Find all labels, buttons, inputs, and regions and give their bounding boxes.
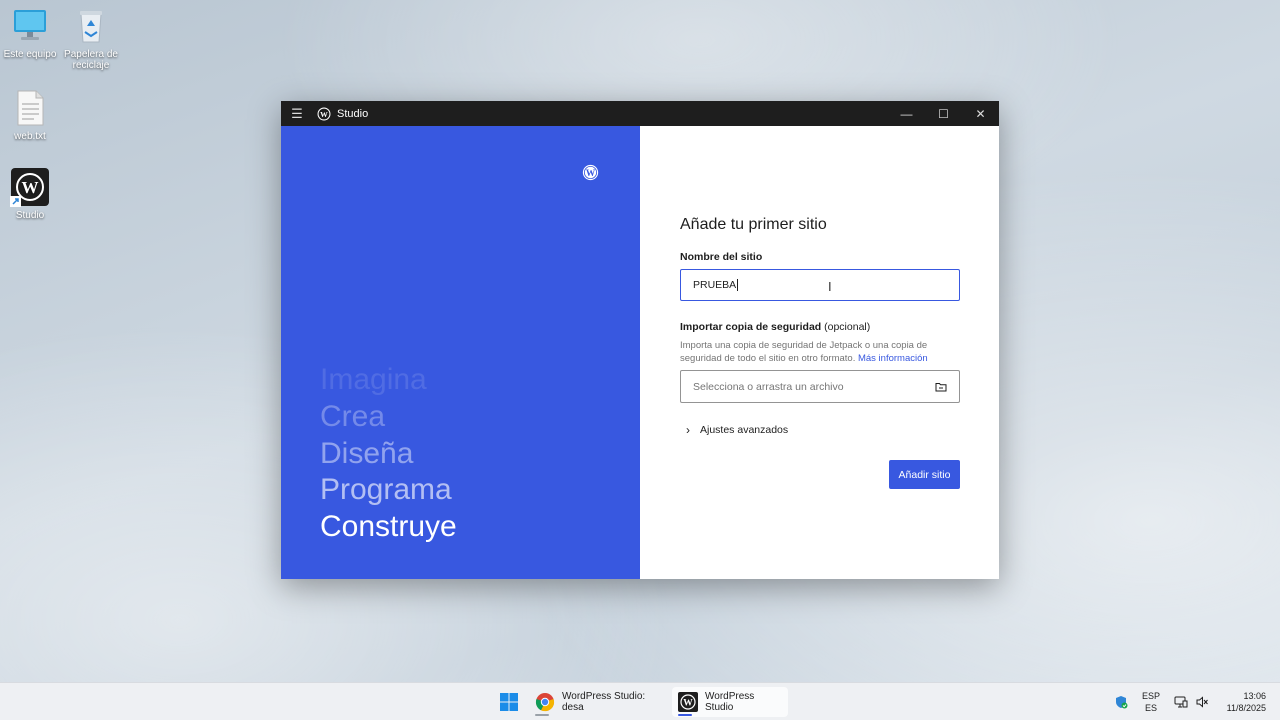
svg-text:W: W — [683, 699, 693, 709]
import-optional-text: (opcional) — [824, 321, 871, 333]
window-title: Studio — [337, 107, 369, 120]
add-site-button[interactable]: Añadir sitio — [889, 460, 960, 489]
svg-text:W: W — [22, 178, 39, 197]
wordpress-studio-icon: W — [678, 692, 698, 712]
advanced-settings-label: Ajustes avanzados — [700, 424, 789, 436]
svg-text:W: W — [320, 109, 328, 118]
form-panel: Añade tu primer sitio Nombre del sitio P… — [640, 126, 999, 579]
hero-word: Diseña — [320, 436, 414, 470]
maximize-button[interactable]: ☐ — [925, 101, 962, 126]
ibeam-cursor-icon: I — [828, 279, 832, 294]
import-help: Importa una copia de seguridad de Jetpac… — [680, 339, 960, 365]
wordpress-logo-icon: W — [317, 107, 331, 120]
clock-time: 13:06 — [1243, 691, 1266, 701]
taskbar: WordPress Studio: desa W WordPress Studi… — [0, 682, 1280, 720]
advanced-settings-toggle[interactable]: › Ajustes avanzados — [686, 423, 960, 437]
security-shield-icon[interactable] — [1114, 695, 1128, 709]
wordpress-logo-icon: W — [582, 164, 599, 181]
network-icon[interactable] — [1174, 695, 1188, 709]
desktop-icon-web-txt[interactable]: web.txt — [0, 88, 64, 142]
chevron-right-icon: › — [686, 423, 690, 437]
site-name-label: Nombre del sitio — [680, 251, 763, 263]
hero-word: Programa — [320, 473, 452, 507]
taskbar-app-label: WordPress Studio — [705, 691, 755, 713]
language-top: ESP — [1142, 691, 1161, 701]
site-name-value: PRUEBA — [693, 279, 737, 291]
backup-file-input[interactable]: Selecciona o arrastra un archivo — [680, 370, 960, 403]
desktop-icon-label: Studio — [15, 210, 45, 221]
desktop-icon-label: Papelera de reciclaje — [64, 49, 118, 71]
desktop-icon-este-equipo[interactable]: Este equipo — [0, 6, 64, 60]
taskbar-app-chrome[interactable]: WordPress Studio: desa — [529, 687, 669, 717]
taskbar-app-label: WordPress Studio: desa — [562, 691, 646, 713]
hamburger-menu-icon[interactable]: ☰ — [281, 106, 313, 122]
desktop-icon-label: web.txt — [14, 131, 46, 142]
close-button[interactable]: ✕ — [962, 101, 999, 126]
minimize-button[interactable]: — — [888, 101, 925, 126]
hero-words: Imagina Crea Diseña Programa Construye — [320, 362, 457, 546]
taskbar-app-studio[interactable]: W WordPress Studio — [672, 687, 788, 717]
wordpress-studio-icon: W — [10, 167, 50, 207]
hero-word: Construye — [320, 510, 457, 544]
text-file-icon — [10, 88, 50, 128]
desktop-icon-label: Este equipo — [3, 49, 57, 60]
text-caret — [737, 279, 739, 291]
add-site-form: Añade tu primer sitio Nombre del sitio P… — [680, 216, 960, 489]
title-bar: ☰ W Studio — ☐ ✕ — [281, 101, 999, 126]
volume-muted-icon[interactable] — [1195, 695, 1209, 709]
language-indicator[interactable]: ESP ES — [1142, 683, 1160, 720]
studio-window: ☰ W Studio — ☐ ✕ W Imagina Crea Diseña P… — [281, 101, 999, 579]
clock-date: 11/8/2025 — [1226, 703, 1266, 713]
import-label: Importar copia de seguridad (opcional) — [680, 321, 960, 333]
desktop-icon-studio[interactable]: W Studio — [0, 167, 64, 221]
recycle-bin-icon — [71, 6, 111, 46]
hero-word: Imagina — [320, 363, 427, 396]
desktop-icon-papelera[interactable]: Papelera de reciclaje — [57, 6, 125, 71]
chrome-icon — [535, 693, 555, 712]
import-label-text: Importar copia de seguridad — [680, 321, 822, 333]
monitor-icon — [10, 6, 50, 46]
svg-text:W: W — [586, 169, 596, 179]
windows-start-icon[interactable] — [499, 692, 519, 712]
language-bottom: ES — [1145, 703, 1158, 713]
hero-panel: W Imagina Crea Diseña Programa Construye — [281, 126, 640, 579]
app-indicator — [535, 714, 549, 716]
site-name-input[interactable]: PRUEBA I — [680, 269, 960, 301]
file-placeholder: Selecciona o arrastra un archivo — [693, 380, 844, 393]
hero-word: Crea — [320, 399, 386, 433]
clock[interactable]: 13:06 11/8/2025 — [1216, 683, 1266, 720]
app-indicator — [678, 714, 692, 716]
folder-icon — [935, 382, 947, 391]
form-title: Añade tu primer sitio — [680, 216, 827, 233]
more-info-link[interactable]: Más información — [858, 353, 928, 364]
